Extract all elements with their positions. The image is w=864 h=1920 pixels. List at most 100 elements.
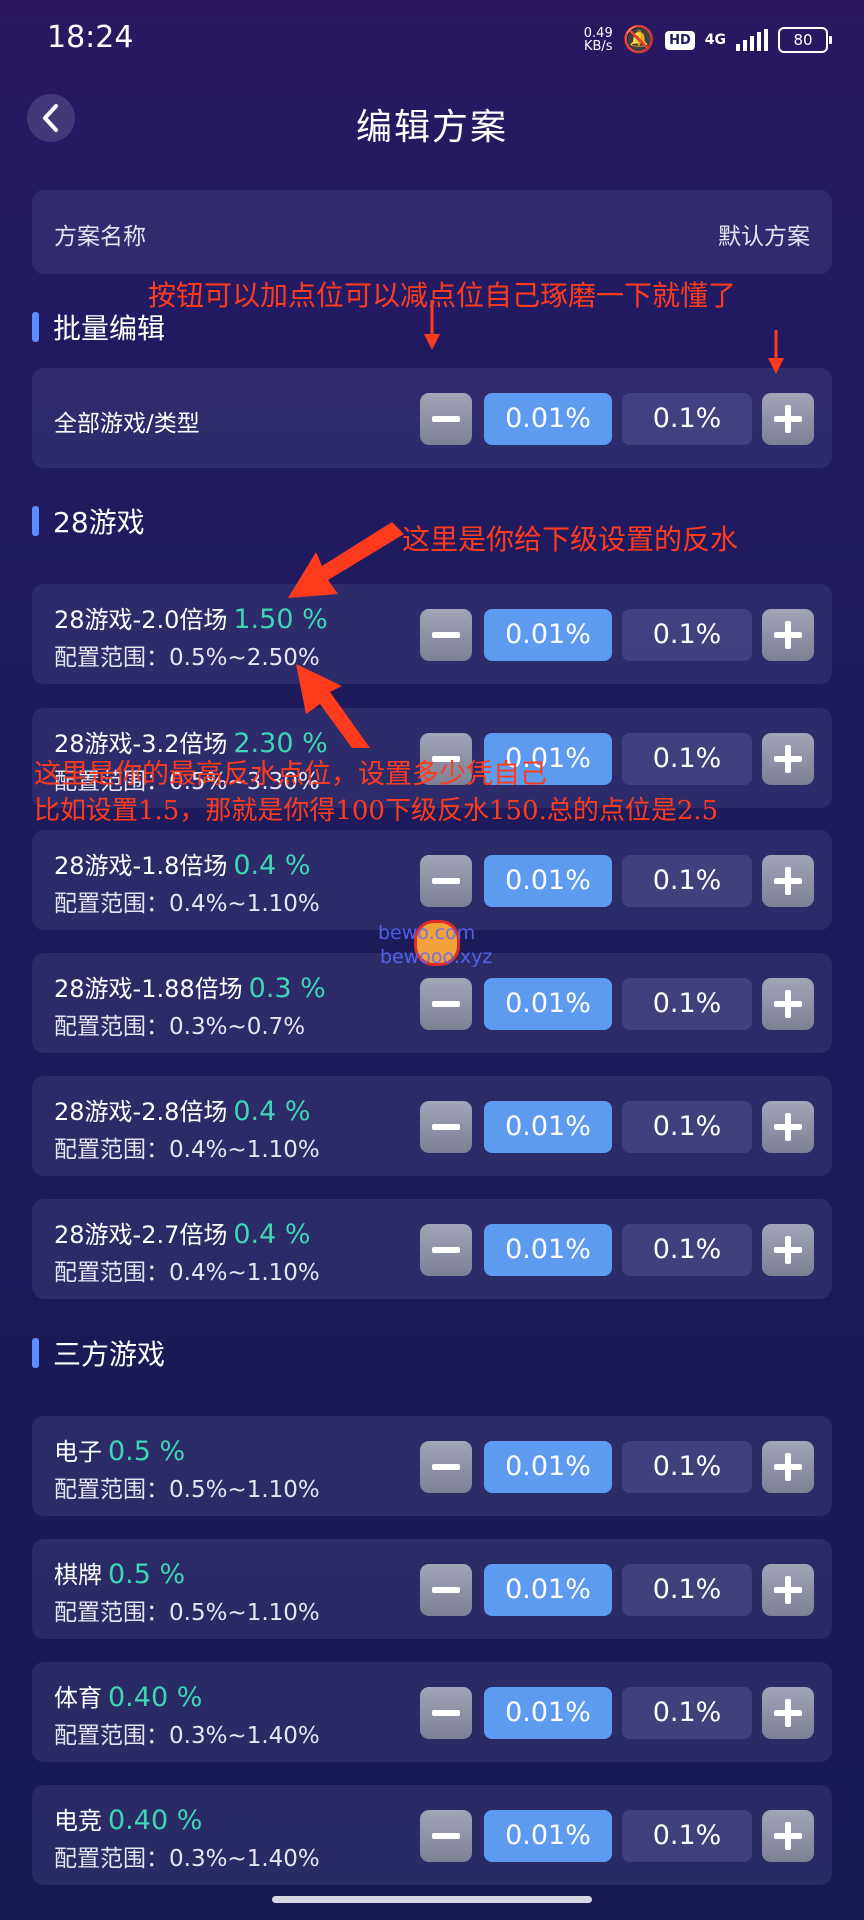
game-name: 电竞 0.40 % [54,1805,203,1836]
step-option[interactable]: 0.1% [622,1441,752,1493]
decrement-button[interactable] [420,393,472,445]
step-option[interactable]: 0.1% [622,733,752,785]
game-row: 28游戏-2.7倍场 0.4 % 配置范围：0.4%~1.10% 0.01% 0.… [32,1199,832,1299]
config-range: 配置范围：0.4%~1.10% [54,891,320,917]
step-option-selected[interactable]: 0.01% [484,1564,612,1616]
increment-button[interactable] [762,978,814,1030]
plan-name-row[interactable]: 方案名称 默认方案 [32,190,832,274]
rebate-percent: 0.4 % [233,850,311,881]
stepper: 0.01% 0.1% [420,1687,814,1739]
stepper: 0.01% 0.1% [420,609,814,661]
config-range: 配置范围：0.5%~1.10% [54,1477,320,1503]
increment-button[interactable] [762,1224,814,1276]
config-range: 配置范围：0.3%~0.7% [54,1014,306,1040]
game-name: 28游戏-2.0倍场 1.50 % [54,604,328,635]
stepper: 0.01% 0.1% [420,1441,814,1493]
decrement-button[interactable] [420,609,472,661]
minus-icon [432,878,460,884]
section-title: 28游戏 [53,506,145,539]
section-marker [32,1338,39,1368]
rebate-percent: 0.40 % [108,1805,203,1836]
step-option[interactable]: 0.1% [622,1810,752,1862]
increment-button[interactable] [762,1564,814,1616]
decrement-button[interactable] [420,978,472,1030]
game-name: 28游戏-2.7倍场 0.4 % [54,1219,311,1250]
section-title: 三方游戏 [53,1338,166,1371]
batch-edit-row: 全部游戏/类型 0.01% 0.1% [32,368,832,468]
increment-button[interactable] [762,609,814,661]
increment-button[interactable] [762,855,814,907]
section-batch-edit: 批量编辑 [32,310,165,345]
minus-icon [432,416,460,422]
game-name: 电子 0.5 % [54,1436,186,1467]
game-row: 体育 0.40 % 配置范围：0.3%~1.40% 0.01% 0.1% [32,1662,832,1762]
minus-icon [432,1833,460,1839]
increment-button[interactable] [762,733,814,785]
minus-icon [432,1001,460,1007]
section-third-party: 三方游戏 [32,1336,166,1371]
hd-icon: HD [665,30,695,50]
stepper: 0.01% 0.1% [420,978,814,1030]
step-option[interactable]: 0.1% [622,1687,752,1739]
stepper: 0.01% 0.1% [420,393,814,445]
increment-button[interactable] [762,393,814,445]
step-option-selected[interactable]: 0.01% [484,609,612,661]
batch-edit-label: 全部游戏/类型 [54,411,200,437]
config-range: 配置范围：0.3%~1.40% [54,1723,320,1749]
game-name: 体育 0.40 % [54,1682,203,1713]
config-range: 配置范围：0.5%~2.50% [54,645,320,671]
section-28-games: 28游戏 [32,504,145,539]
annotation-note: 按钮可以加点位可以减点位自己琢磨一下就懂了 [148,279,737,312]
game-name: 28游戏-2.8倍场 0.4 % [54,1096,311,1127]
decrement-button[interactable] [420,1564,472,1616]
increment-button[interactable] [762,1810,814,1862]
rebate-percent: 1.50 % [233,604,328,635]
config-range: 配置范围：0.3%~1.40% [54,1846,320,1872]
config-range: 配置范围：0.4%~1.10% [54,1260,320,1286]
step-option[interactable]: 0.1% [622,1224,752,1276]
step-option-selected[interactable]: 0.01% [484,978,612,1030]
step-option[interactable]: 0.1% [622,978,752,1030]
step-option-selected[interactable]: 0.01% [484,1101,612,1153]
step-option-selected[interactable]: 0.01% [484,855,612,907]
decrement-button[interactable] [420,1224,472,1276]
decrement-button[interactable] [420,1810,472,1862]
step-option[interactable]: 0.1% [622,1564,752,1616]
game-row: 棋牌 0.5 % 配置范围：0.5%~1.10% 0.01% 0.1% [32,1539,832,1639]
network-speed: 0.49 KB/s [583,26,613,54]
game-name: 28游戏-1.88倍场 0.3 % [54,973,326,1004]
decrement-button[interactable] [420,1441,472,1493]
decrement-button[interactable] [420,855,472,907]
home-indicator[interactable] [272,1896,592,1903]
watermark-text: bewo.com [378,922,476,944]
battery-icon: 80 [778,27,832,53]
signal-icon [736,29,768,51]
decrement-button[interactable] [420,1101,472,1153]
game-row: 28游戏-1.8倍场 0.4 % 配置范围：0.4%~1.10% 0.01% 0.… [32,830,832,930]
plan-name-value: 默认方案 [718,224,810,250]
decrement-button[interactable] [420,1687,472,1739]
rebate-percent: 0.40 % [108,1682,203,1713]
step-option-selected[interactable]: 0.01% [484,393,612,445]
step-option[interactable]: 0.1% [622,609,752,661]
minus-icon [432,1124,460,1130]
step-option-selected[interactable]: 0.01% [484,1687,612,1739]
section-marker [32,312,39,342]
watermark: bewo.com bewooo.xyz [378,918,508,974]
step-option-selected[interactable]: 0.01% [484,1441,612,1493]
minus-icon [432,1247,460,1253]
step-option[interactable]: 0.1% [622,855,752,907]
step-option-selected[interactable]: 0.01% [484,1810,612,1862]
step-option[interactable]: 0.1% [622,393,752,445]
page-title: 编辑方案 [355,107,508,148]
game-row: 电子 0.5 % 配置范围：0.5%~1.10% 0.01% 0.1% [32,1416,832,1516]
arrow-down-head [424,334,440,350]
step-option-selected[interactable]: 0.01% [484,1224,612,1276]
rebate-percent: 0.5 % [108,1559,186,1590]
step-option[interactable]: 0.1% [622,1101,752,1153]
increment-button[interactable] [762,1441,814,1493]
increment-button[interactable] [762,1687,814,1739]
status-time: 18:24 [47,20,134,55]
stepper: 0.01% 0.1% [420,1564,814,1616]
increment-button[interactable] [762,1101,814,1153]
